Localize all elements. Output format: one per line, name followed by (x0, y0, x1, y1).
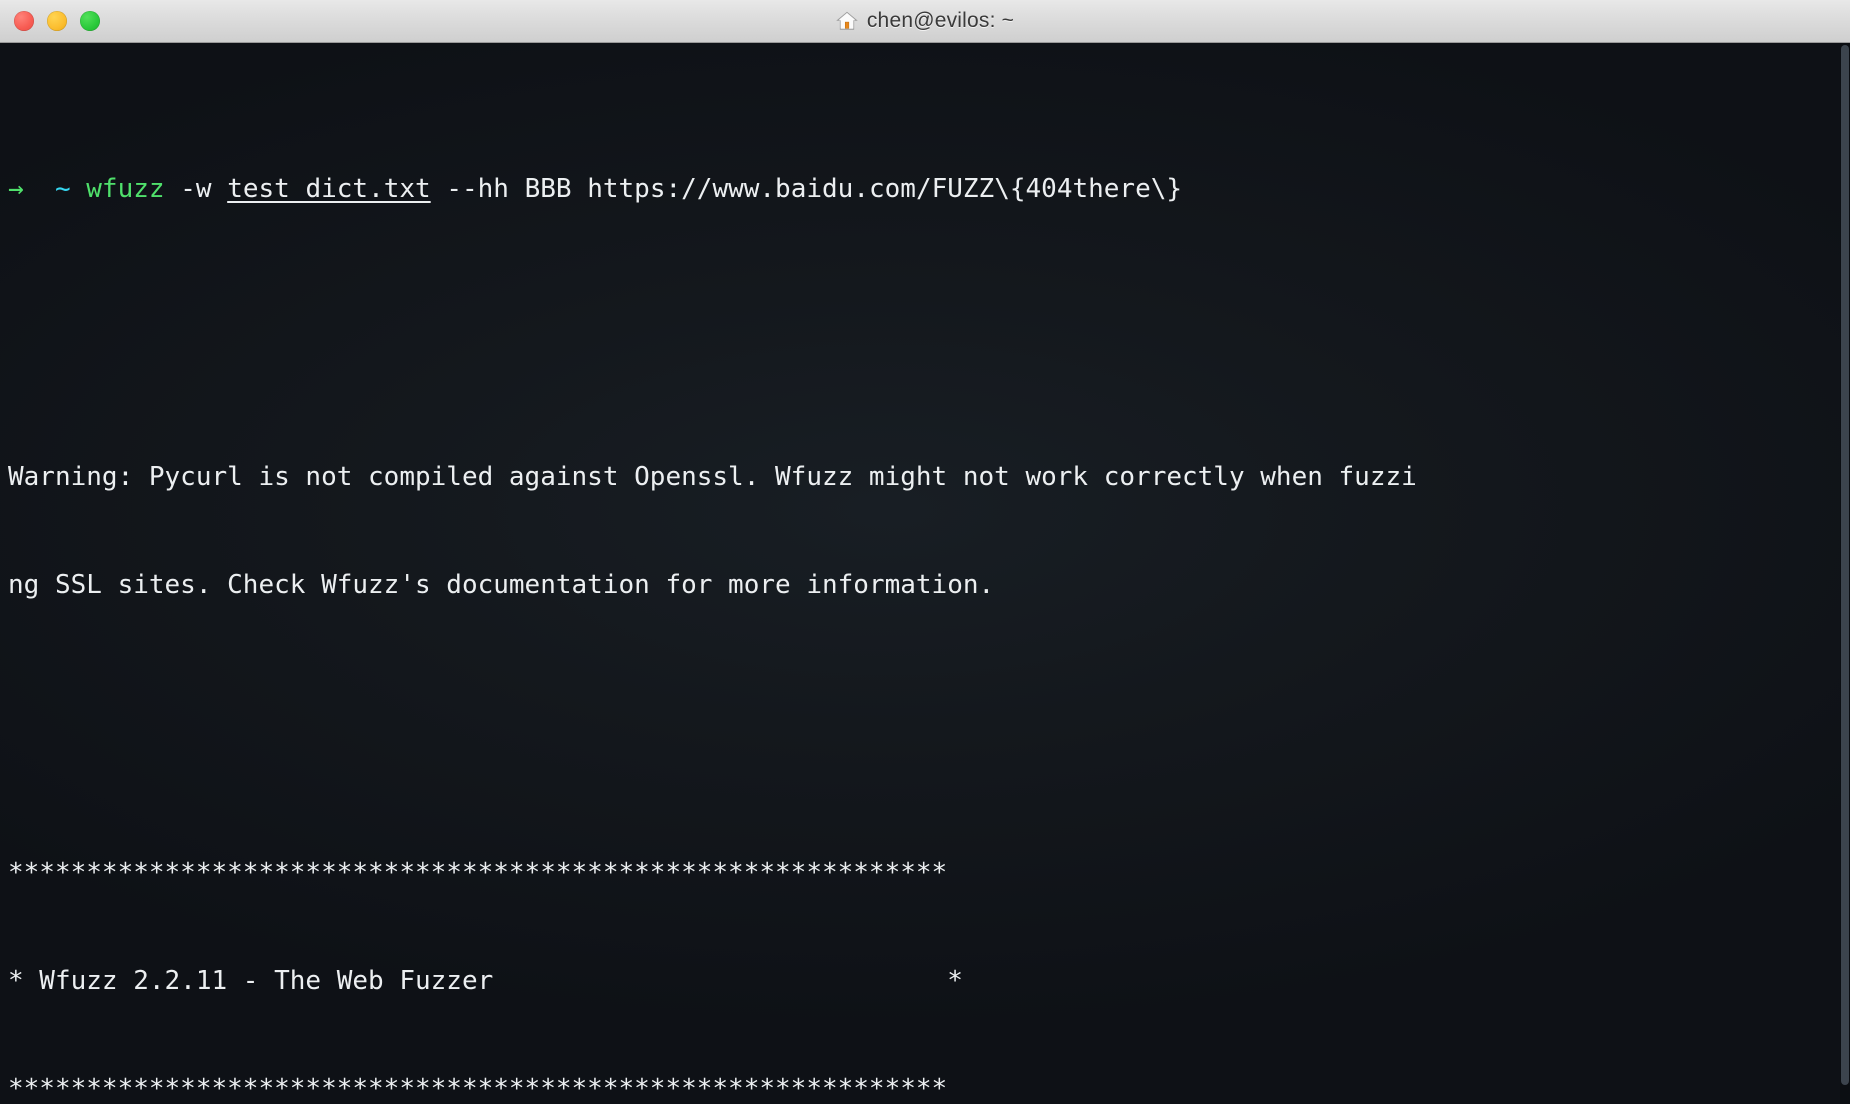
window-titlebar: chen@evilos: ~ (0, 0, 1850, 43)
prompt-gap1 (24, 174, 55, 204)
home-icon (836, 11, 858, 30)
window-title: chen@evilos: ~ (866, 9, 1015, 32)
banner-title-pad (493, 966, 947, 996)
prompt-tilde: ~ (54, 174, 71, 204)
terminal-window: chen@evilos: ~ → ~ wfuzz -w test_dict.tx… (0, 0, 1850, 1104)
terminal-screen: → ~ wfuzz -w test_dict.txt --hh BBB http… (0, 43, 1850, 1104)
command-file-arg: test_dict.txt (227, 174, 431, 204)
command-prompt-line: → ~ wfuzz -w test_dict.txt --hh BBB http… (8, 171, 1850, 207)
window-title-area: chen@evilos: ~ (0, 0, 1850, 42)
terminal-body[interactable]: → ~ wfuzz -w test_dict.txt --hh BBB http… (0, 43, 1850, 1104)
close-button[interactable] (14, 11, 34, 31)
warning-line-2: ng SSL sites. Check Wfuzz's documentatio… (8, 570, 995, 600)
command-args-after-file: --hh BBB https://www.baidu.com/FUZZ\{404… (430, 174, 1183, 204)
banner-rule-top: ****************************************… (8, 858, 948, 888)
warning-line-1: Warning: Pycurl is not compiled against … (8, 462, 1417, 492)
scrollbar-thumb[interactable] (1841, 45, 1849, 1085)
banner-title-line: * Wfuzz 2.2.11 - The Web Fuzzer * (8, 963, 1850, 999)
minimize-button[interactable] (47, 11, 67, 31)
window-controls (14, 11, 100, 31)
prompt-gap2 (71, 174, 87, 204)
banner-title-right: * (947, 966, 963, 996)
command-name: wfuzz (86, 174, 165, 204)
prompt-arrow-icon: → (8, 174, 24, 204)
terminal-scrollbar[interactable] (1840, 43, 1850, 1104)
banner-rule-bottom: ****************************************… (8, 1074, 948, 1104)
banner-title-left: * Wfuzz 2.2.11 - The Web Fuzzer (8, 966, 494, 996)
zoom-button[interactable] (80, 11, 100, 31)
command-args-before-file: -w (164, 174, 228, 204)
